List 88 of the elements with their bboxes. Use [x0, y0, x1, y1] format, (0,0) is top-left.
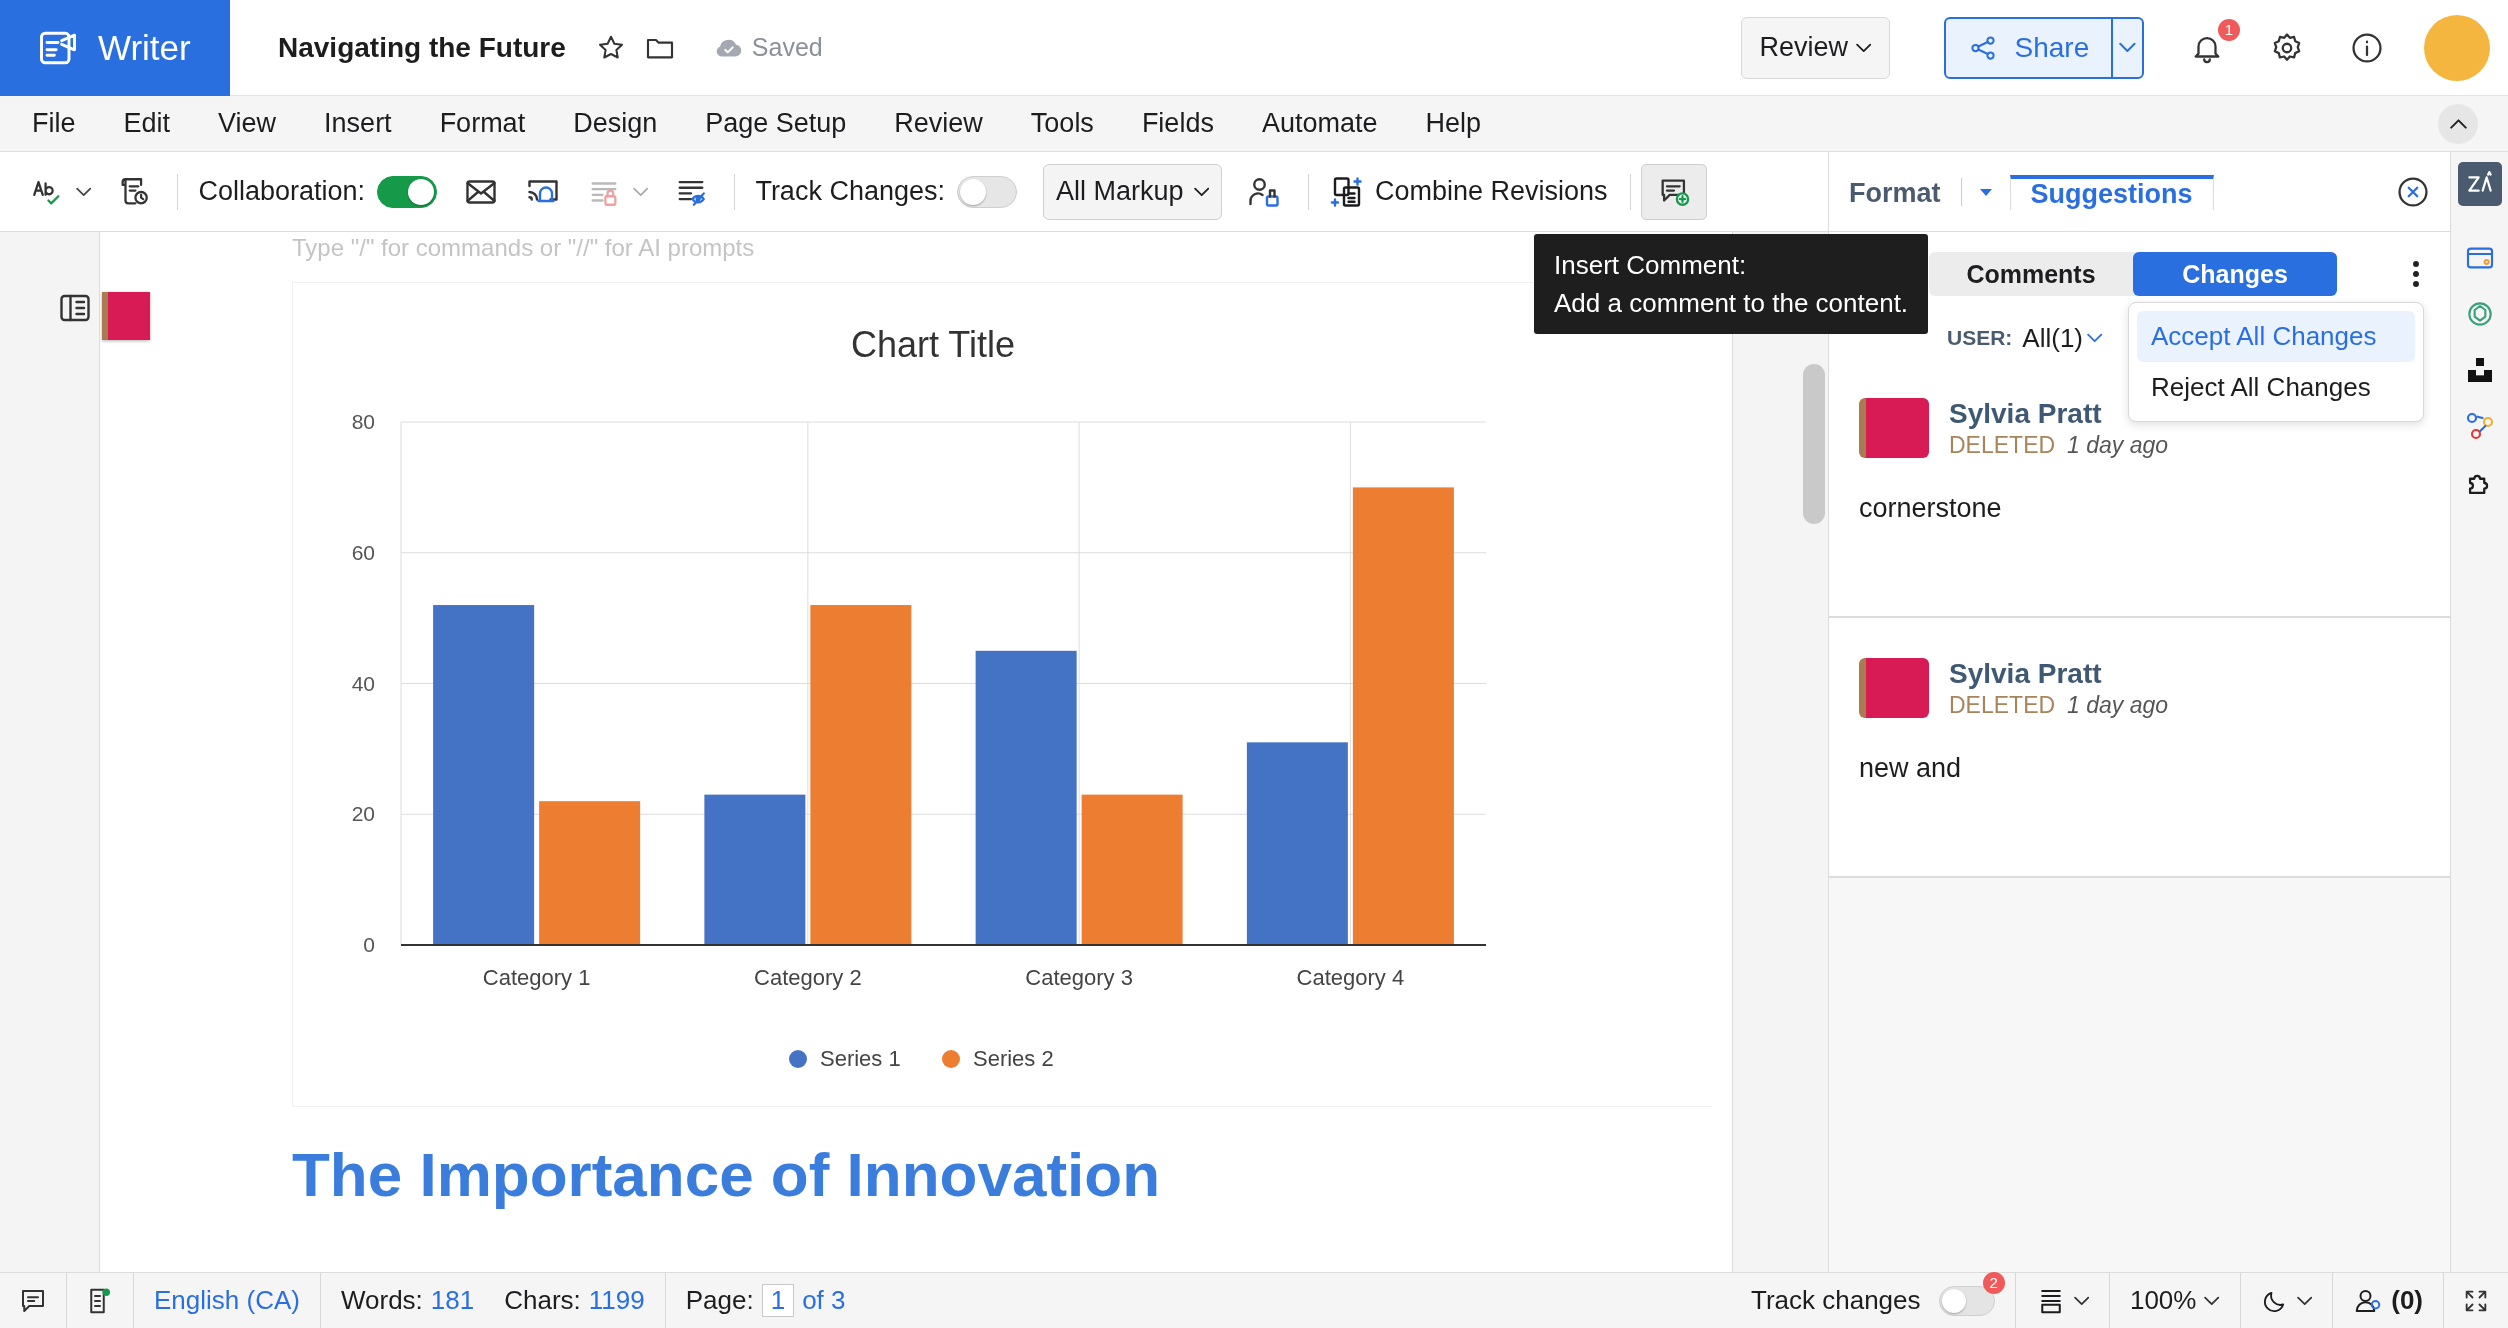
page-label: Page: [685, 1285, 754, 1316]
review-button[interactable]: Review [1740, 16, 1891, 79]
collapse-button[interactable] [2438, 103, 2478, 144]
scrollbar-thumb[interactable] [1803, 364, 1825, 524]
author-name: Sylvia Pratt [1949, 398, 2103, 430]
menu-item[interactable]: File [12, 108, 96, 139]
zoom-level[interactable]: 100% [2129, 1285, 2197, 1316]
axis-tick-label: 0 [363, 933, 375, 956]
category-label: Category 3 [1025, 965, 1133, 990]
author-photo [1859, 658, 1929, 718]
language-selector[interactable]: English (CA) [154, 1285, 300, 1316]
changed-text: new and [1859, 753, 1963, 784]
document-title[interactable]: Navigating the Future [278, 31, 566, 64]
caret-icon [1193, 186, 1209, 197]
combine-revisions-button[interactable]: Combine Revisions [1328, 173, 1608, 210]
category-label: Category 1 [482, 965, 591, 990]
panel-tab[interactable]: Suggestions [2009, 174, 2214, 210]
save-status: Saved [751, 33, 823, 62]
menu-item[interactable]: View [198, 108, 297, 139]
category-label: Category 2 [754, 965, 862, 990]
toggle-switch[interactable] [957, 175, 1017, 208]
app-name: Writer [98, 27, 191, 68]
section-heading: The Importance of Innovation [292, 1139, 1162, 1210]
chevron-up-icon [2449, 118, 2467, 129]
chars-label: Chars: [504, 1285, 581, 1316]
info-icon[interactable] [2350, 30, 2384, 65]
user-filter-dropdown[interactable]: All(1) [2022, 322, 2103, 354]
app-logo[interactable]: Writer [0, 0, 230, 96]
change-type: DELETED [1949, 692, 2056, 719]
legend-label: Series 2 [973, 1046, 1054, 1071]
toggle-switch[interactable] [377, 175, 437, 208]
panel-subtab[interactable]: Changes [2133, 252, 2337, 296]
caret-icon [2296, 1295, 2313, 1306]
panel-subtab[interactable]: Comments [1929, 252, 2133, 296]
change-time: 1 day ago [2067, 432, 2169, 459]
caret-icon [1856, 42, 1872, 53]
caret-icon [633, 186, 649, 197]
markup-dropdown[interactable]: All Markup [1043, 163, 1222, 220]
notification-badge: 1 [2218, 18, 2240, 41]
words-label: Words: [340, 1285, 423, 1316]
menu-item[interactable]: Tools [1010, 108, 1114, 139]
track-changes-label: Track Changes: [755, 176, 945, 207]
menu-item[interactable]: Format [419, 108, 546, 139]
menu-item[interactable]: Fields [1121, 108, 1234, 139]
close-icon[interactable] [2396, 174, 2430, 209]
chart-title: Chart Title [850, 324, 1016, 365]
legend-label: Series 1 [820, 1046, 901, 1071]
collaboration-label: Collaboration: [198, 176, 365, 207]
menu-item[interactable]: Edit [103, 108, 191, 139]
axis-tick-label: 60 [351, 540, 375, 564]
legend-marker [942, 1050, 960, 1068]
insert-comment-button[interactable] [1640, 163, 1707, 220]
caret-icon [2073, 1295, 2089, 1306]
track-changes-label: Track changes [1751, 1285, 1921, 1316]
caret-icon [76, 186, 92, 197]
caret-icon [2204, 1295, 2220, 1306]
panel-tab[interactable]: Format [1829, 174, 1961, 209]
menu-item[interactable]: Insert [304, 108, 412, 139]
legend-marker [789, 1050, 807, 1068]
menu-item[interactable]: Help [1405, 108, 1501, 139]
menu-option[interactable]: Reject All Changes [2137, 362, 2415, 413]
page-number-field[interactable]: 1 [761, 1284, 795, 1317]
axis-tick-label: 40 [351, 671, 375, 695]
author-photo [1859, 398, 1929, 458]
caret-icon [2087, 333, 2103, 343]
category-label: Category 4 [1296, 965, 1405, 990]
menu-item[interactable]: Design [553, 108, 678, 139]
menu-item[interactable]: Automate [1241, 108, 1398, 139]
author-name: Sylvia Pratt [1949, 658, 2103, 690]
word-count: 181 [430, 1285, 475, 1316]
tooltip-text: Add a comment to the content. [1554, 287, 1909, 320]
page-total: of 3 [802, 1285, 846, 1316]
caret-icon [2119, 42, 2136, 53]
collaborator-count: (0) [2391, 1285, 2423, 1316]
tooltip-title: Insert Comment: [1554, 249, 1748, 282]
assistant-icon[interactable] [2457, 162, 2502, 206]
menu-item[interactable]: Page Setup [685, 108, 867, 139]
change-type: DELETED [1949, 432, 2056, 459]
axis-tick-label: 80 [351, 410, 375, 433]
author-marker-photo [102, 292, 150, 340]
changed-text: cornerstone [1859, 493, 2003, 524]
axis-tick-label: 20 [351, 802, 375, 826]
user-filter-label: USER: [1947, 326, 2013, 350]
change-time: 1 day ago [2067, 692, 2169, 719]
menu-item[interactable]: Review [874, 108, 1003, 139]
share-button[interactable]: Share [1944, 16, 2144, 79]
char-count: 1199 [588, 1285, 645, 1316]
menu-option[interactable]: Accept All Changes [2137, 311, 2415, 362]
